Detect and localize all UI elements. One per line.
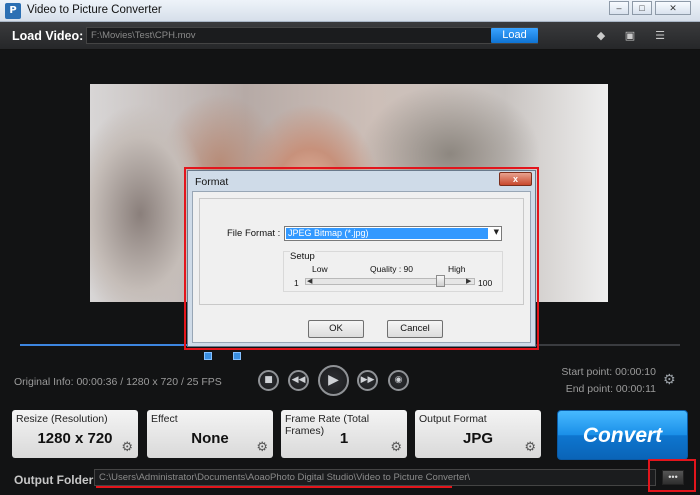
output-format-panel[interactable]: Output Format JPG ⚙ bbox=[415, 410, 541, 458]
camera-icon[interactable]: ◉ bbox=[388, 370, 409, 391]
tag-icon[interactable]: ◆ bbox=[594, 29, 608, 43]
gear-icon[interactable]: ⚙ bbox=[524, 440, 536, 455]
high-label: High bbox=[448, 264, 466, 274]
load-video-label: Load Video: bbox=[12, 29, 84, 43]
start-marker[interactable] bbox=[204, 352, 212, 360]
slider-left-arrow-icon[interactable]: ◀ bbox=[307, 277, 312, 285]
setup-label: Setup bbox=[290, 251, 315, 262]
dialog-title: Format bbox=[195, 176, 229, 188]
stop-icon[interactable]: ■ bbox=[258, 370, 279, 391]
rewind-icon[interactable]: ◀◀ bbox=[288, 370, 309, 391]
output-folder-label: Output Folder: bbox=[14, 473, 98, 487]
load-bar: Load Video: F:\Movies\Test\CPH.mov Load … bbox=[0, 22, 700, 50]
convert-button[interactable]: Convert bbox=[557, 410, 688, 460]
format-group: File Format : JPEG Bitmap (*.jpg) ▼ Setu… bbox=[199, 198, 524, 305]
slider-right-arrow-icon[interactable]: ▶ bbox=[466, 277, 471, 285]
browse-folder-button[interactable]: ••• bbox=[662, 470, 684, 485]
app-logo-icon: P bbox=[5, 3, 21, 19]
output-format-panel-title: Output Format bbox=[419, 413, 487, 425]
start-point-text: Start point: 00:00:10 bbox=[561, 366, 656, 378]
gear-icon[interactable]: ⚙ bbox=[256, 440, 268, 455]
minimize-icon[interactable]: – bbox=[609, 1, 629, 15]
gear-icon[interactable]: ⚙ bbox=[121, 440, 133, 455]
low-label: Low bbox=[312, 264, 328, 274]
play-icon[interactable]: ▶ bbox=[318, 365, 349, 396]
max-value: 100 bbox=[478, 278, 493, 288]
title-bar: P Video to Picture Converter – □ ✕ bbox=[0, 0, 700, 22]
dialog-body: File Format : JPEG Bitmap (*.jpg) ▼ Setu… bbox=[192, 191, 531, 343]
format-dialog: Format x File Format : JPEG Bitmap (*.jp… bbox=[187, 170, 536, 347]
end-marker[interactable] bbox=[233, 352, 241, 360]
quality-label: Quality : 90 bbox=[370, 264, 413, 274]
close-icon[interactable]: ✕ bbox=[655, 1, 691, 15]
document-list-icon[interactable]: ☰ bbox=[653, 29, 667, 43]
frame-rate-panel-value: 1 bbox=[339, 430, 349, 447]
close-icon[interactable]: x bbox=[499, 172, 532, 186]
file-format-select[interactable]: JPEG Bitmap (*.jpg) ▼ bbox=[284, 226, 502, 241]
file-format-label: File Format : bbox=[227, 228, 281, 239]
effect-panel-title: Effect bbox=[151, 413, 178, 425]
resize-panel-title: Resize (Resolution) bbox=[16, 413, 108, 425]
gear-icon[interactable]: ⚙ bbox=[390, 440, 402, 455]
maximize-icon[interactable]: □ bbox=[632, 1, 652, 15]
resize-panel[interactable]: Resize (Resolution) 1280 x 720 ⚙ bbox=[12, 410, 138, 458]
cancel-button[interactable]: Cancel bbox=[387, 320, 443, 338]
min-value: 1 bbox=[294, 278, 299, 288]
effect-panel-value: None bbox=[191, 430, 229, 447]
quality-slider-track[interactable] bbox=[305, 278, 475, 285]
output-folder-field[interactable]: C:\Users\Administrator\Documents\AoaoPho… bbox=[94, 469, 656, 486]
comment-icon[interactable]: ▣ bbox=[623, 29, 637, 43]
frame-rate-panel[interactable]: Frame Rate (Total Frames) 1 ⚙ bbox=[281, 410, 407, 458]
load-button[interactable]: Load bbox=[491, 28, 538, 43]
setup-group: Setup Low Quality : 90 High 1 100 ◀ ▶ bbox=[283, 251, 503, 292]
output-path-highlight bbox=[96, 486, 452, 488]
end-point-text: End point: 00:00:11 bbox=[565, 383, 656, 395]
quality-slider-thumb[interactable] bbox=[436, 275, 445, 287]
original-info: Original Info: 00:00:36 / 1280 x 720 / 2… bbox=[14, 376, 222, 388]
resize-panel-value: 1280 x 720 bbox=[37, 430, 113, 447]
timeline-progress bbox=[20, 344, 190, 346]
window-title: Video to Picture Converter bbox=[27, 4, 162, 16]
output-format-panel-value: JPG bbox=[462, 430, 493, 447]
fast-forward-icon[interactable]: ▶▶ bbox=[357, 370, 378, 391]
effect-panel[interactable]: Effect None ⚙ bbox=[147, 410, 273, 458]
video-path-field[interactable]: F:\Movies\Test\CPH.mov bbox=[86, 27, 538, 44]
app-window: P Video to Picture Converter – □ ✕ Load … bbox=[0, 0, 700, 495]
chevron-down-icon[interactable]: ▼ bbox=[494, 228, 499, 236]
file-format-value: JPEG Bitmap (*.jpg) bbox=[286, 228, 488, 239]
gear-icon[interactable]: ⚙ bbox=[663, 372, 676, 388]
ok-button[interactable]: OK bbox=[308, 320, 364, 338]
